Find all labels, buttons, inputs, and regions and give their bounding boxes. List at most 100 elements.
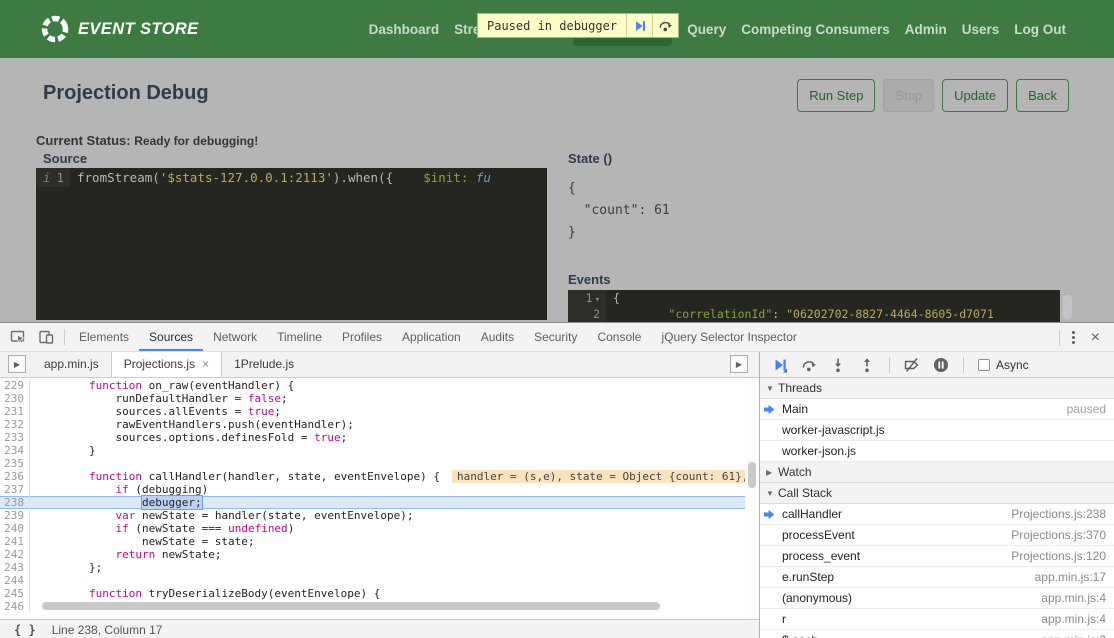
events-scrollbar[interactable] <box>1063 295 1072 319</box>
deactivate-breakpoints-icon[interactable] <box>904 357 920 373</box>
step-out-icon[interactable] <box>859 357 875 373</box>
run-step-button[interactable]: Run Step <box>797 79 875 112</box>
thread-row-main[interactable]: Main paused <box>760 399 1114 420</box>
nav-item-users[interactable]: Users <box>962 22 1000 37</box>
devtools-menu-icon[interactable] <box>1064 327 1083 348</box>
gutter-234[interactable]: 234 <box>0 444 30 457</box>
stack-frame-process-event[interactable]: process_eventProjections.js:120 <box>760 546 1114 567</box>
tab-timeline[interactable]: Timeline <box>267 323 332 351</box>
horizontal-scrollbar[interactable] <box>42 602 660 610</box>
gutter-231[interactable]: 231 <box>0 405 30 418</box>
show-navigator-icon[interactable]: ▶ <box>8 355 26 373</box>
code-line-246: 246 <box>0 600 745 613</box>
gutter-242[interactable]: 242 <box>0 548 30 561</box>
file-tab-projections-js[interactable]: Projections.js× <box>111 352 222 377</box>
step-over-icon[interactable] <box>801 357 817 373</box>
stop-button[interactable]: Stop <box>883 79 934 112</box>
thread-status-badge: paused <box>1067 402 1114 416</box>
watch-section-header[interactable]: ▶Watch <box>760 462 1114 483</box>
resume-script-button[interactable] <box>626 14 652 37</box>
nav-item-admin[interactable]: Admin <box>905 22 947 37</box>
gutter-235[interactable]: 235 <box>0 457 30 470</box>
events-gutter[interactable]: 1▾ <box>568 290 606 306</box>
devtools-panel: Elements Sources Network Timeline Profil… <box>0 322 1114 638</box>
gutter-233[interactable]: 233 <box>0 431 30 444</box>
file-tab-app-min-js[interactable]: app.min.js <box>32 352 111 377</box>
code-line-237: 237 if (debugging) <box>0 483 745 496</box>
resume-script-icon[interactable] <box>772 357 788 373</box>
tab-profiles[interactable]: Profiles <box>332 323 392 351</box>
gutter-243[interactable]: 243 <box>0 561 30 574</box>
stack-frame-processevent[interactable]: processEventProjections.js:370 <box>760 525 1114 546</box>
source-editor[interactable]: i 1 fromStream('$stats-127.0.0.1:2113').… <box>36 168 547 320</box>
devtools-tabbar: Elements Sources Network Timeline Profil… <box>0 323 1114 352</box>
state-json: { "count": 61 } <box>568 178 670 244</box>
fold-arrow-icon[interactable]: ▾ <box>595 295 600 305</box>
code-vertical-scrollbar[interactable] <box>745 378 759 619</box>
source-code-view[interactable]: 229 function on_raw(eventHandler) { 230 … <box>0 378 745 619</box>
devtools-close-icon[interactable]: × <box>1083 329 1108 347</box>
source-gutter[interactable]: i 1 <box>36 168 70 187</box>
tab-console[interactable]: Console <box>587 323 651 351</box>
gutter-239[interactable]: 239 <box>0 509 30 522</box>
gutter-229[interactable]: 229 <box>0 379 30 392</box>
device-toolbar-icon[interactable] <box>38 329 54 345</box>
call-stack-section-header[interactable]: ▼Call Stack <box>760 483 1114 504</box>
gutter-240[interactable]: 240 <box>0 522 30 535</box>
stack-frame-r[interactable]: rapp.min.js:4 <box>760 609 1114 630</box>
events-code[interactable]: { <box>606 290 620 306</box>
gutter-244[interactable]: 244 <box>0 574 30 587</box>
thread-row-worker-json[interactable]: worker-json.js <box>760 441 1114 462</box>
gutter-238[interactable]: 238 <box>0 496 30 509</box>
inspect-element-icon[interactable] <box>10 329 26 345</box>
back-button[interactable]: Back <box>1016 79 1069 112</box>
events-code[interactable]: "correlationId": "06202702-8827-4464-860… <box>606 306 994 322</box>
async-checkbox[interactable] <box>978 359 990 371</box>
stack-frame-partial[interactable]: $.eachapp.min.js:2 <box>760 630 1114 638</box>
step-over-button[interactable] <box>652 14 678 37</box>
code-line-239: 239 var newState = handler(state, eventE… <box>0 509 745 522</box>
gutter-237[interactable]: 237 <box>0 483 30 496</box>
nav-item-competing-consumers[interactable]: Competing Consumers <box>741 22 890 37</box>
frame-location: Projections.js:120 <box>1011 549 1114 563</box>
gutter-230[interactable]: 230 <box>0 392 30 405</box>
gutter-241[interactable]: 241 <box>0 535 30 548</box>
tab-jquery-selector-inspector[interactable]: jQuery Selector Inspector <box>651 323 806 351</box>
step-into-icon[interactable] <box>830 357 846 373</box>
threads-section-header[interactable]: ▼Threads <box>760 378 1114 399</box>
nav-item-dashboard[interactable]: Dashboard <box>369 22 440 37</box>
tab-sources[interactable]: Sources <box>139 323 203 351</box>
code-line-244: 244 <box>0 574 745 587</box>
thread-row-worker-javascript[interactable]: worker-javascript.js <box>760 420 1114 441</box>
stack-frame-anonymous[interactable]: (anonymous)app.min.js:4 <box>760 588 1114 609</box>
tab-network[interactable]: Network <box>203 323 267 351</box>
gutter-246[interactable]: 246 <box>0 600 30 613</box>
source-code[interactable]: fromStream('$stats-127.0.0.1:2113').when… <box>70 168 491 187</box>
nav-item-log-out[interactable]: Log Out <box>1014 22 1066 37</box>
pretty-print-icon[interactable]: { } <box>14 623 36 637</box>
close-tab-icon[interactable]: × <box>202 357 209 371</box>
events-gutter[interactable]: 2 <box>568 306 606 322</box>
action-buttons: Run Step Stop Update Back <box>797 79 1069 112</box>
pause-on-exceptions-icon[interactable] <box>933 357 949 373</box>
gutter-236[interactable]: 236 <box>0 470 30 483</box>
gutter-232[interactable]: 232 <box>0 418 30 431</box>
gutter-245[interactable]: 245 <box>0 587 30 600</box>
nav-item-query[interactable]: Query <box>687 22 726 37</box>
file-tab-1prelude-js[interactable]: 1Prelude.js <box>222 352 306 377</box>
events-editor[interactable]: 1▾ { 2 "correlationId": "06202702-8827-4… <box>568 290 1060 322</box>
code-line-234: 234 } <box>0 444 745 457</box>
panel-toggle-icon[interactable]: ▶ <box>730 355 748 373</box>
update-button[interactable]: Update <box>942 79 1008 112</box>
scrollbar-thumb[interactable] <box>748 462 756 488</box>
tab-application[interactable]: Application <box>392 323 471 351</box>
frame-location: Projections.js:370 <box>1011 528 1114 542</box>
brand[interactable]: EVENT STORE <box>40 14 199 44</box>
stack-frame-e-runstep[interactable]: e.runStepapp.min.js:17 <box>760 567 1114 588</box>
sources-file-tabbar: ▶ app.min.js Projections.js× 1Prelude.js… <box>0 352 760 378</box>
tab-audits[interactable]: Audits <box>471 323 524 351</box>
tab-elements[interactable]: Elements <box>69 323 139 351</box>
event-store-debug-screen: EVENT STORE Dashboard Stream Browser Pro… <box>0 0 1114 638</box>
tab-security[interactable]: Security <box>524 323 587 351</box>
stack-frame-callhandler[interactable]: callHandler Projections.js:238 <box>760 504 1114 525</box>
